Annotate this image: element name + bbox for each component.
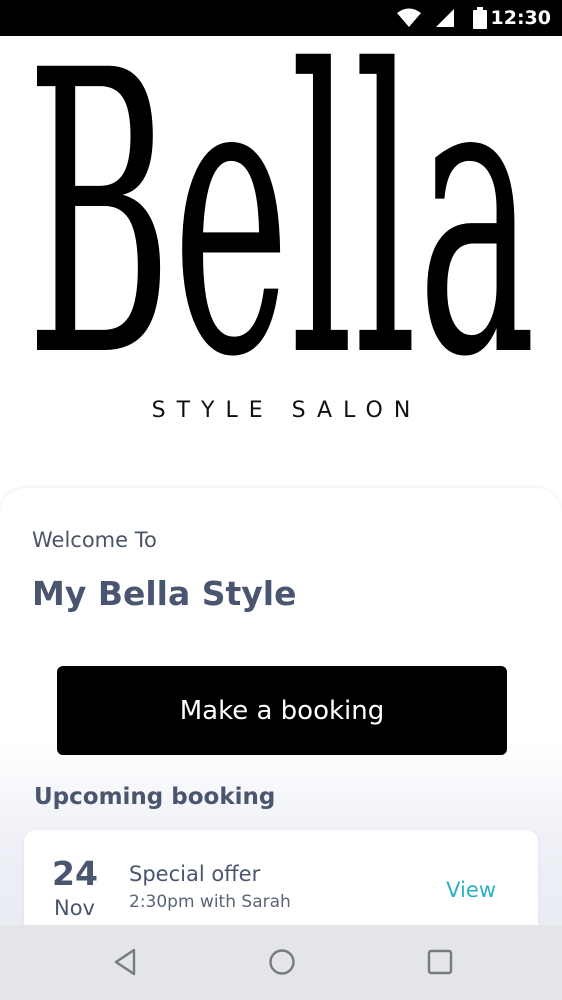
welcome-greeting: Welcome To — [32, 528, 157, 552]
navigation-bar — [0, 925, 562, 1000]
booking-details: 2:30pm with Sarah — [129, 892, 291, 912]
upcoming-booking-heading: Upcoming booking — [34, 784, 276, 810]
booking-date-month: Nov — [54, 896, 95, 920]
bella-logo: Bella — [0, 0, 562, 442]
welcome-card: Welcome To My Bella Style Make a booking… — [0, 488, 562, 940]
make-booking-button[interactable]: Make a booking — [57, 666, 507, 755]
wifi-icon — [397, 8, 421, 27]
status-time: 12:30 — [490, 7, 551, 29]
logo-area: Bella STYLE SALON — [0, 0, 562, 486]
status-bar: 12:30 — [0, 0, 562, 36]
booking-title: Special offer — [129, 862, 261, 886]
home-icon[interactable] — [265, 945, 299, 979]
svg-text:Bella: Bella — [26, 44, 536, 364]
back-icon[interactable] — [108, 945, 142, 979]
view-booking-link[interactable]: View — [446, 878, 496, 902]
logo-subtitle: STYLE SALON — [151, 398, 422, 423]
battery-icon — [473, 7, 487, 29]
recents-icon[interactable] — [423, 945, 457, 979]
bella-wordmark: Bella — [26, 0, 536, 442]
booking-date-day: 24 — [52, 854, 98, 893]
cellular-signal-icon — [436, 9, 454, 27]
booking-list-item[interactable]: 24 Nov Special offer 2:30pm with Sarah V… — [24, 830, 538, 940]
page-title: My Bella Style — [32, 574, 297, 613]
